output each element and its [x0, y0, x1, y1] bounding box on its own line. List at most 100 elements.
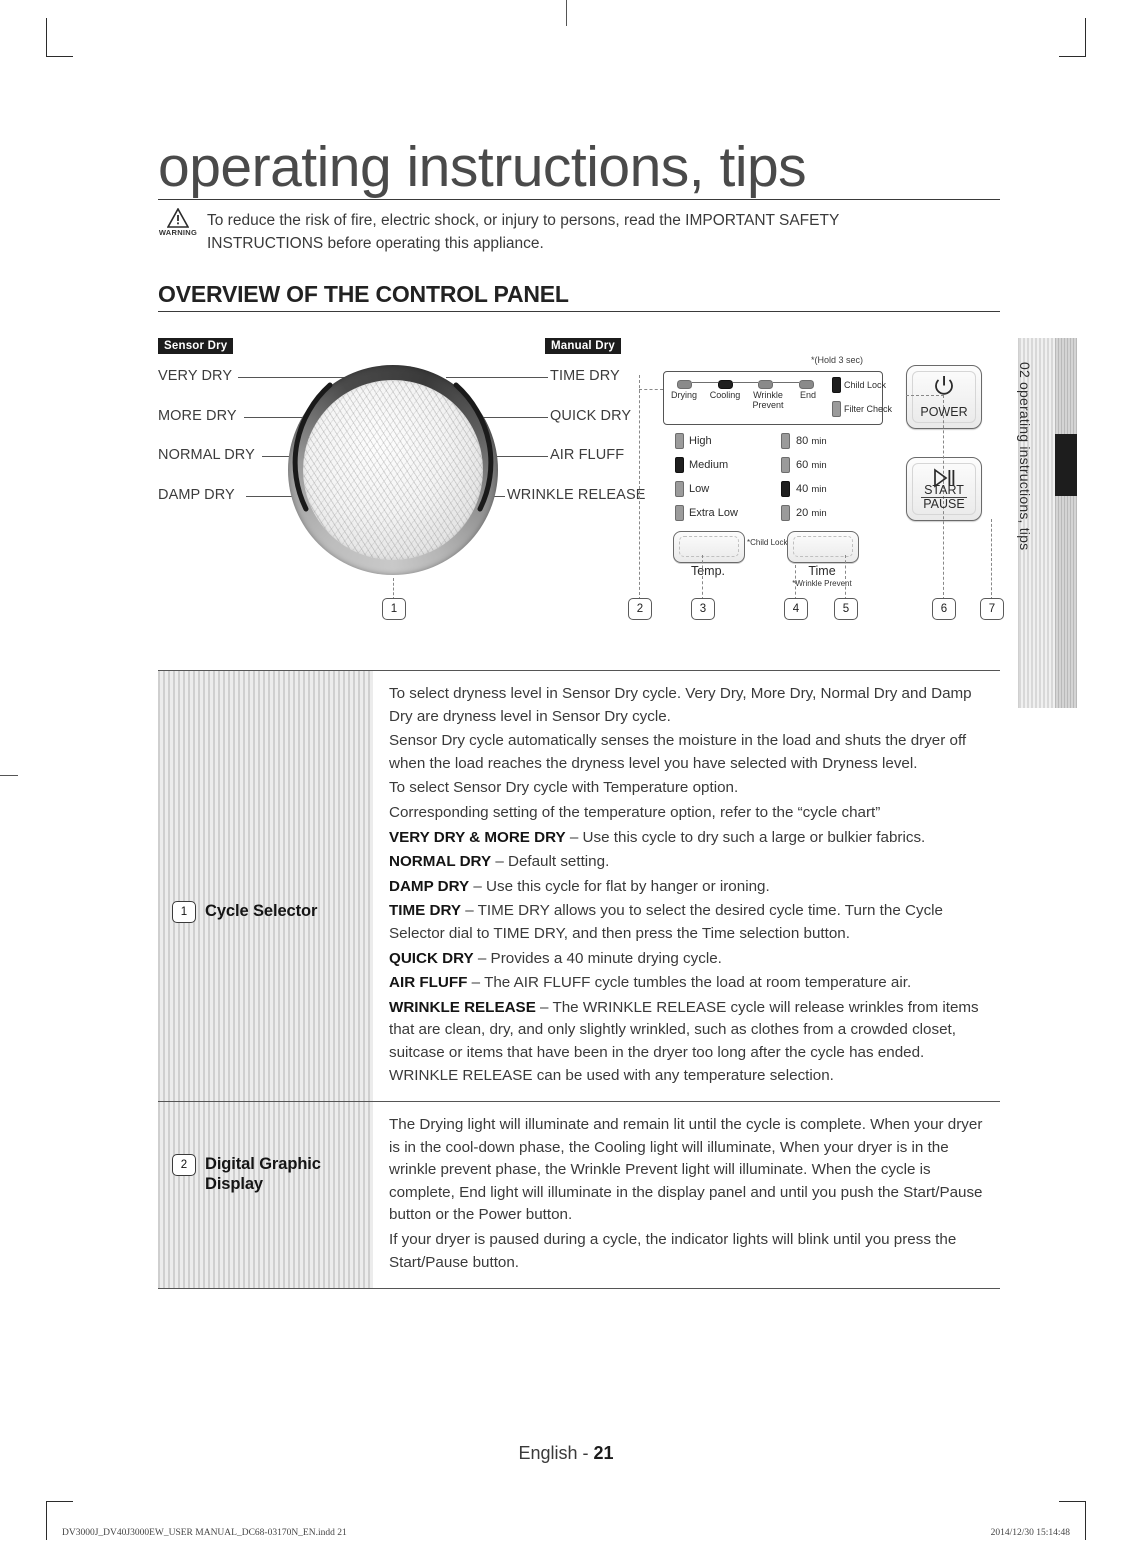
cycle-selector-dial[interactable] [288, 365, 498, 575]
row1-para-8: TIME DRY – TIME DRY allows you to select… [389, 902, 943, 942]
led-caption-prevent: Prevent [752, 400, 784, 410]
temp-option-high: High [689, 435, 712, 447]
row1-para-4: Corresponding setting of the temperature… [389, 803, 881, 821]
row1-para-5: VERY DRY & MORE DRY – Use this cycle to … [389, 828, 926, 846]
led-link-3 [773, 382, 799, 383]
led-link-1 [692, 382, 718, 383]
row1-para-2: Sensor Dry cycle automatically senses th… [389, 732, 967, 772]
callout-6: 6 [932, 598, 956, 620]
row1-para-3: To select Sensor Dry cycle with Temperat… [389, 779, 739, 797]
led-wrinkle-prevent [758, 380, 773, 389]
manual-dry-tag: Manual Dry [545, 338, 621, 354]
time-option-40: 40 min [796, 483, 827, 495]
led-caption-drying: Drying [670, 390, 697, 400]
row1-para-10: AIR FLUFF – The AIR FLUFF cycle tumbles … [389, 974, 912, 992]
control-panel-diagram: Sensor Dry Manual Dry VERY DRY MORE DRY … [158, 333, 1004, 633]
manual-page: operating instructions, tips WARNING To … [0, 0, 1132, 1558]
row1-para-11: WRINKLE RELEASE – The WRINKLE RELEASE cy… [389, 998, 979, 1084]
callout-leader-5 [845, 555, 846, 600]
callout-5: 5 [834, 598, 858, 620]
led-caption-filter-check: Filter Check [844, 404, 893, 414]
start-pause-button-label: START PAUSE [907, 484, 981, 511]
callout-1: 1 [382, 598, 406, 620]
warning-text: To reduce the risk of fire, electric sho… [207, 212, 840, 252]
temp-option-extra-low: Extra Low [689, 507, 738, 519]
section-heading: OVERVIEW OF THE CONTROL PANEL [158, 281, 569, 307]
dial-label-air-fluff: AIR FLUFF [550, 447, 625, 463]
callout-leader-7 [991, 519, 992, 600]
registration-tick-left [0, 775, 18, 777]
led-temp-medium [675, 457, 684, 473]
callout-leader-4 [795, 565, 796, 600]
callout-leader-3 [702, 555, 703, 600]
dial-label-normal-dry: NORMAL DRY [158, 447, 255, 463]
row-content-cell-2: The Drying light will illuminate and rem… [373, 1102, 1000, 1288]
warning-triangle-icon [167, 208, 189, 228]
led-time-20 [781, 505, 790, 521]
dial-label-more-dry: MORE DRY [158, 408, 237, 424]
temp-button[interactable] [673, 531, 745, 563]
time-button-label: Time [808, 564, 836, 578]
warning-badge: WARNING [158, 208, 198, 255]
callout-leader-2 [639, 375, 640, 600]
led-caption-wrinkle: Wrinkle [753, 390, 783, 400]
led-drying [677, 380, 692, 389]
masthead: operating instructions, tips [158, 137, 1000, 200]
led-cooling [718, 380, 733, 389]
row-label-cell-1: 1 Cycle Selector [158, 671, 373, 1102]
row1-para-9: QUICK DRY – Provides a 40 minute drying … [389, 949, 722, 967]
start-pause-button[interactable]: START PAUSE [906, 457, 982, 521]
callout-7: 7 [980, 598, 1004, 620]
row-badge-2: 2 [172, 1154, 196, 1177]
page-footer-number: 21 [593, 1443, 614, 1463]
dial-indicator-arcs [292, 382, 494, 512]
section-rule [158, 311, 1000, 312]
temp-option-low: Low [689, 483, 710, 495]
chapter-side-tab: 02 operating instructions, tips [1017, 338, 1077, 708]
led-child-lock [832, 377, 841, 393]
row1-para-6: NORMAL DRY – Default setting. [389, 853, 610, 871]
row2-para-2: If your dryer is paused during a cycle, … [389, 1231, 957, 1271]
dial-label-damp-dry: DAMP DRY [158, 487, 235, 503]
led-caption-end: End [799, 390, 816, 400]
row-badge-1: 1 [172, 901, 196, 923]
led-time-60 [781, 457, 790, 473]
row-label-text-1: Cycle Selector [205, 902, 318, 920]
power-icon [907, 375, 981, 402]
hold-3-sec-note: *(Hold 3 sec) [811, 355, 864, 365]
time-button[interactable] [787, 531, 859, 563]
page-footer-label: English - [518, 1443, 594, 1463]
row-content-cell-1: To select dryness level in Sensor Dry cy… [373, 671, 1000, 1101]
wrinkle-prevent-note: *Wrinkle Prevent [792, 579, 852, 588]
side-tab-strip [1055, 338, 1077, 708]
led-filter-check [832, 401, 841, 417]
row-label-cycle-selector: 1 Cycle Selector [172, 901, 317, 923]
led-temp-extra-low [675, 505, 684, 521]
time-option-20: 20 min [796, 507, 827, 519]
led-end [799, 380, 814, 389]
led-caption-cooling: Cooling [709, 390, 741, 400]
led-link-2 [733, 382, 758, 383]
power-button[interactable]: POWER [906, 365, 982, 429]
registration-tick-top [566, 0, 568, 26]
temp-option-medium: Medium [689, 459, 729, 471]
digital-graphic-display: *(Hold 3 sec) Drying Cooling Wrinkle Pre… [663, 355, 892, 588]
sensor-dry-tag: Sensor Dry [158, 338, 234, 354]
callout-leader-2-h [639, 389, 663, 390]
child-lock-note: *Child Lock [747, 538, 788, 547]
dial-label-very-dry: VERY DRY [158, 368, 233, 384]
row1-para-1: To select dryness level in Sensor Dry cy… [389, 685, 972, 725]
title-rule [158, 199, 1000, 200]
time-option-60: 60 min [796, 459, 827, 471]
dial-label-quick-dry: QUICK DRY [550, 408, 632, 424]
led-temp-low [675, 481, 684, 497]
row2-para-1: The Drying light will illuminate and rem… [389, 1116, 983, 1224]
table-row: 2 Digital Graphic Display The Drying lig… [158, 1102, 1000, 1290]
row-label-cell-2: 2 Digital Graphic Display [158, 1102, 373, 1289]
print-filename: DV3000J_DV40J3000EW_USER MANUAL_DC68-031… [62, 1528, 347, 1538]
section-header: OVERVIEW OF THE CONTROL PANEL [158, 281, 1000, 312]
row1-para-7: DAMP DRY – Use this cycle for flat by ha… [389, 877, 770, 895]
power-button-label: POWER [920, 405, 968, 419]
page-footer: English - 21 [0, 1443, 1132, 1464]
temp-button-label: Temp. [690, 564, 726, 578]
